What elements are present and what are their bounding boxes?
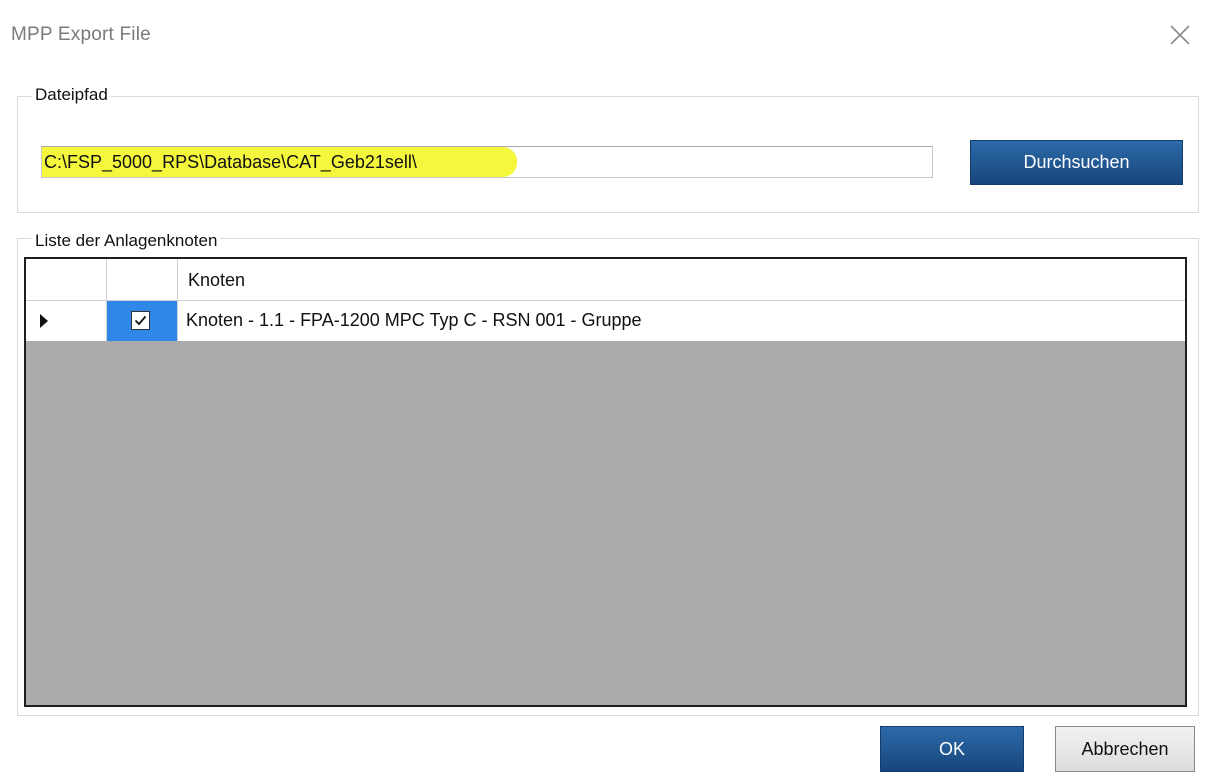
file-path-group-label: Dateipfad [32, 85, 111, 105]
file-path-input[interactable]: C:\FSP_5000_RPS\Database\CAT_Geb21sell\ [41, 146, 933, 178]
table-row[interactable]: Knoten - 1.1 - FPA-1200 MPC Typ C - RSN … [26, 301, 1185, 341]
node-name: Knoten - 1.1 - FPA-1200 MPC Typ C - RSN … [186, 310, 642, 330]
row-checkbox-cell[interactable] [107, 301, 178, 341]
checkmark-icon [134, 315, 147, 326]
file-path-value: C:\FSP_5000_RPS\Database\CAT_Geb21sell\ [44, 152, 417, 172]
grid-header: Knoten [26, 259, 1185, 301]
header-knoten-cell[interactable]: Knoten [178, 259, 1185, 300]
browse-button[interactable]: Durchsuchen [970, 140, 1183, 185]
node-checkbox[interactable] [131, 311, 150, 330]
row-indicator-cell[interactable] [26, 301, 107, 341]
close-icon[interactable] [1165, 20, 1195, 50]
row-name-cell[interactable]: Knoten - 1.1 - FPA-1200 MPC Typ C - RSN … [178, 301, 1185, 341]
row-pointer-icon [40, 314, 48, 328]
ok-button[interactable]: OK [880, 726, 1024, 772]
nodes-list-group-label: Liste der Anlagenknoten [32, 231, 221, 251]
header-row-indicator-cell [26, 259, 107, 300]
dialog-title: MPP Export File [11, 24, 151, 45]
header-checkbox-cell[interactable] [107, 259, 178, 300]
nodes-grid[interactable]: Knoten Knoten - 1.1 - FPA-1200 MPC Typ C… [24, 257, 1187, 707]
cancel-button[interactable]: Abbrechen [1055, 726, 1195, 772]
column-header-knoten: Knoten [188, 270, 246, 290]
